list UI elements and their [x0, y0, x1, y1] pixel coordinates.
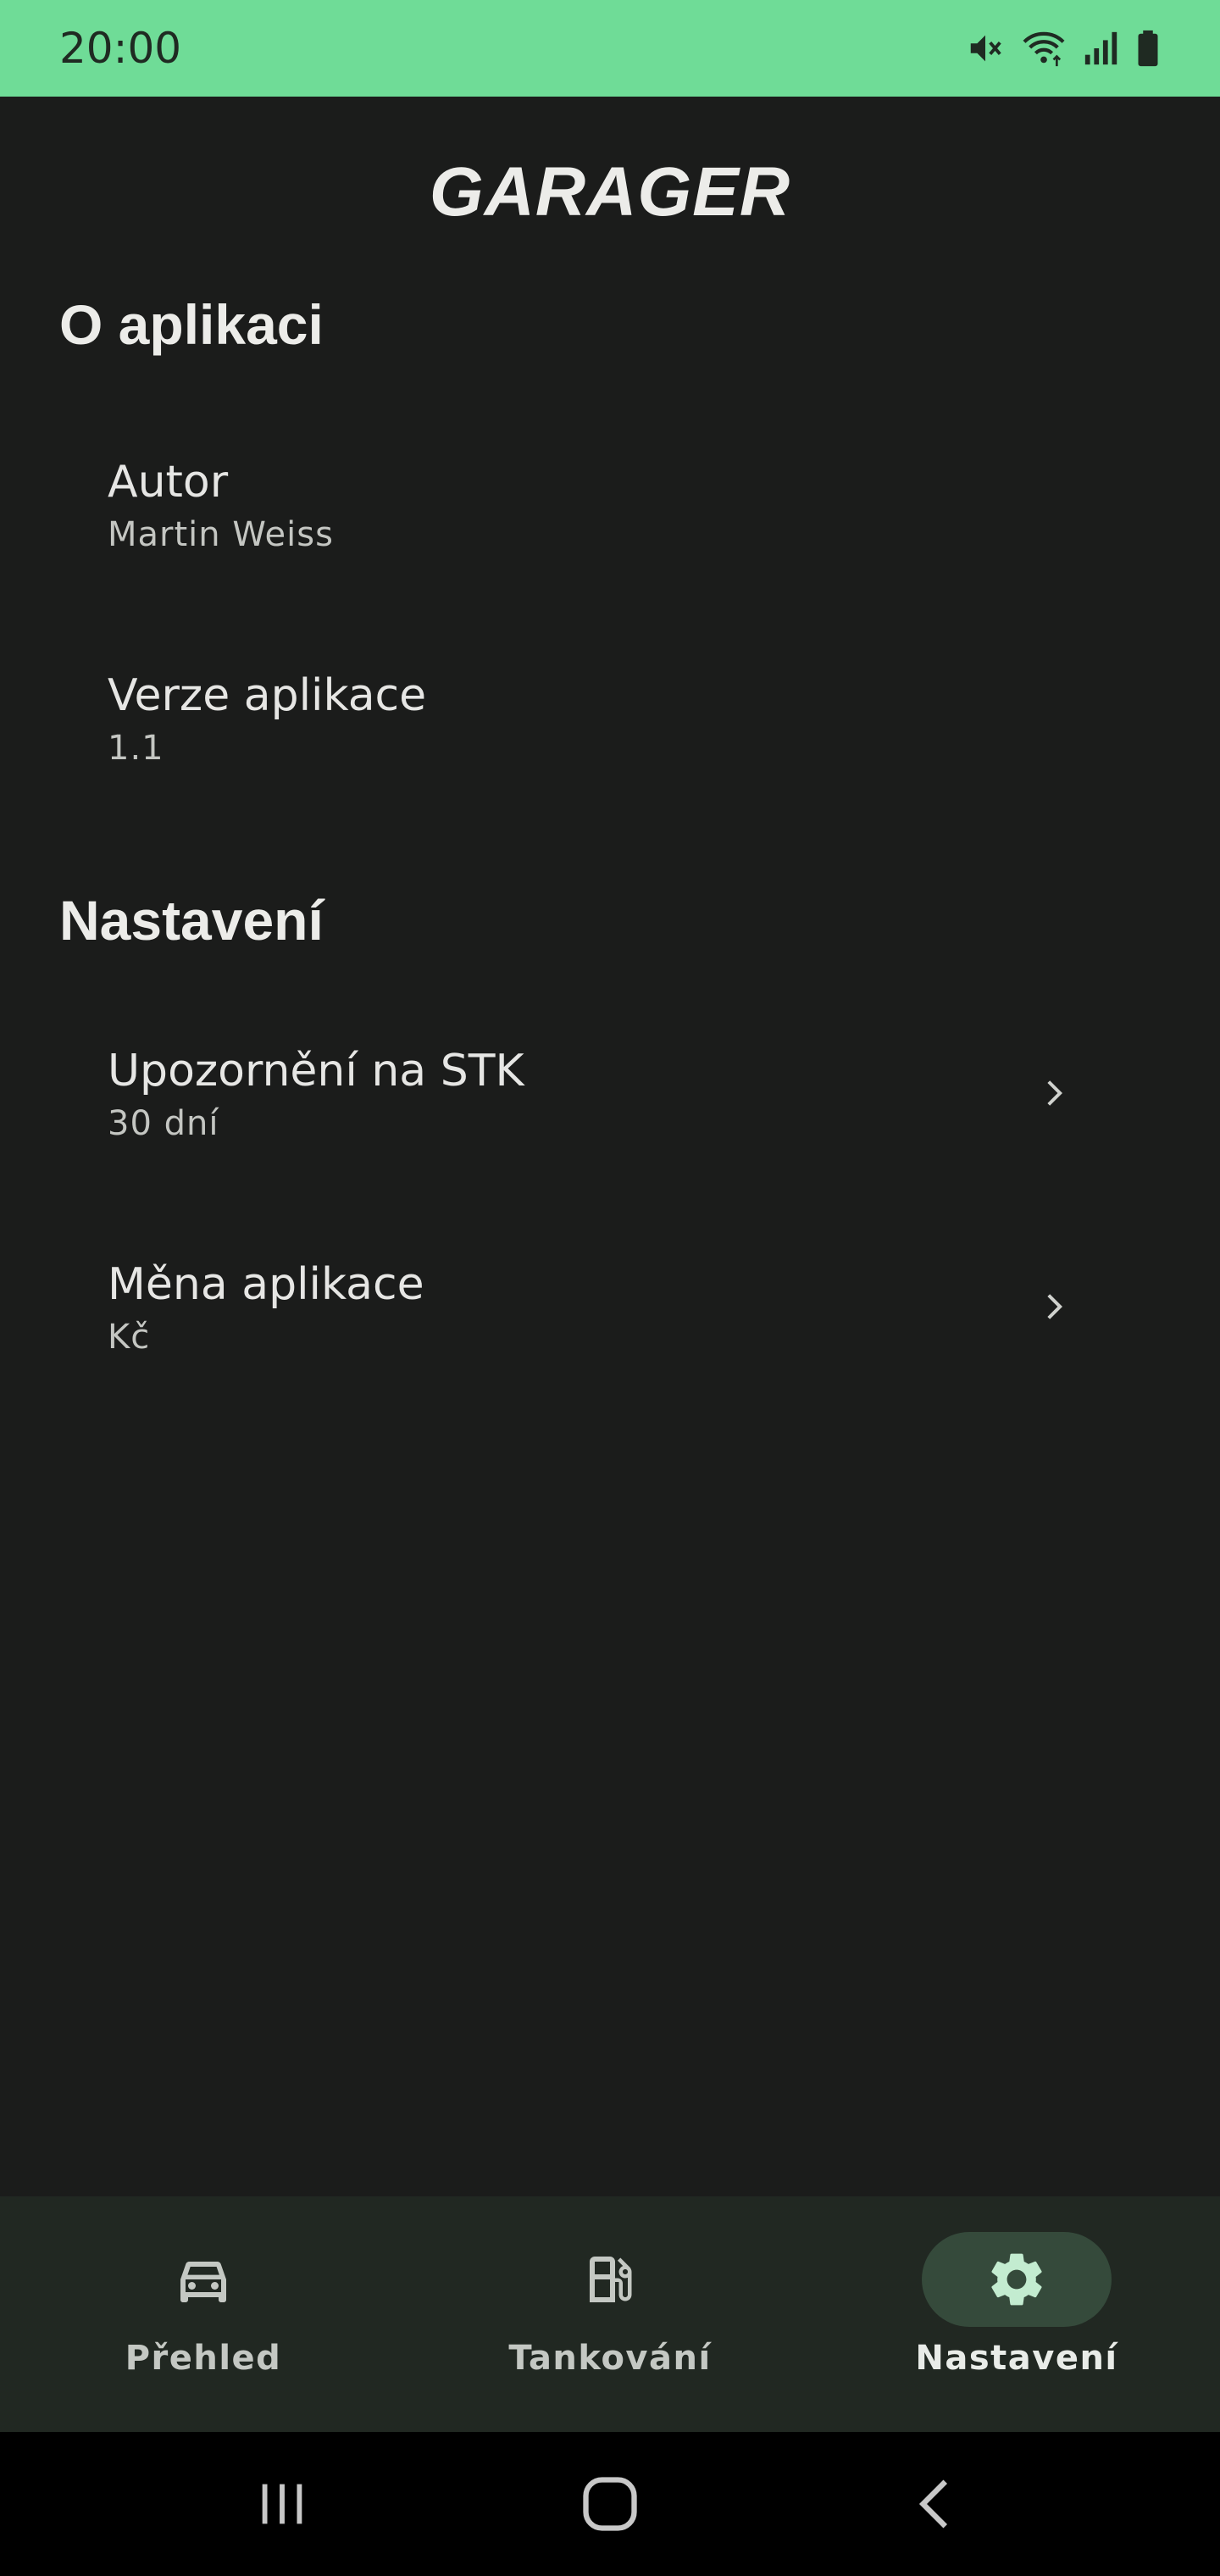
pref-summary: Martin Weiss	[108, 514, 334, 554]
home-button[interactable]	[559, 2453, 661, 2555]
status-time: 20:00	[59, 24, 182, 73]
back-icon	[918, 2479, 947, 2529]
system-navigation-bar	[0, 2432, 1220, 2576]
nav-label: Tankování	[508, 2339, 712, 2378]
pref-title: Upozornění na STK	[108, 1045, 524, 1096]
signal-icon	[1083, 29, 1120, 68]
gear-icon	[991, 2253, 1042, 2306]
battery-icon	[1135, 29, 1161, 68]
status-icons	[966, 29, 1161, 68]
status-bar: 20:00	[0, 0, 1220, 97]
pref-title: Autor	[108, 456, 229, 508]
pref-item-app-version[interactable]: Verze aplikace 1.1	[0, 620, 1220, 815]
wifi-icon	[1020, 29, 1068, 68]
pref-item-author[interactable]: Autor Martin Weiss	[0, 407, 1220, 602]
nav-indicator	[515, 2232, 705, 2327]
car-icon	[180, 2262, 226, 2302]
nav-label: Nastavení	[915, 2339, 1118, 2378]
pref-summary: Kč	[108, 1317, 151, 1357]
pref-summary: 1.1	[108, 728, 164, 768]
back-button[interactable]	[887, 2453, 989, 2555]
pref-summary: 30 dní	[108, 1103, 219, 1143]
app-title: GARAGER	[429, 153, 791, 230]
chevron-right-icon	[1047, 1294, 1062, 1319]
section-header-about: O aplikaci	[59, 293, 324, 356]
pref-title: Měna aplikace	[108, 1258, 424, 1310]
pref-item-stk-notification[interactable]: Upozornění na STK 30 dní	[0, 996, 1220, 1191]
nav-item-overview[interactable]: Přehled	[0, 2196, 407, 2432]
home-icon	[583, 2477, 637, 2531]
fuel-pump-icon	[590, 2257, 632, 2302]
recents-icon	[262, 2484, 302, 2524]
nav-label: Přehled	[125, 2339, 282, 2378]
mute-icon	[966, 29, 1005, 68]
recents-button[interactable]	[231, 2453, 333, 2555]
section-header-settings: Nastavení	[59, 889, 324, 952]
nav-indicator-active	[922, 2232, 1112, 2327]
bottom-navigation: Přehled Tankování Nastavení	[0, 2196, 1220, 2432]
pref-title: Verze aplikace	[108, 669, 427, 721]
nav-item-refueling[interactable]: Tankování	[407, 2196, 813, 2432]
chevron-right-icon	[1047, 1080, 1062, 1106]
nav-indicator	[108, 2232, 298, 2327]
pref-item-app-currency[interactable]: Měna aplikace Kč	[0, 1209, 1220, 1404]
nav-item-settings[interactable]: Nastavení	[813, 2196, 1220, 2432]
